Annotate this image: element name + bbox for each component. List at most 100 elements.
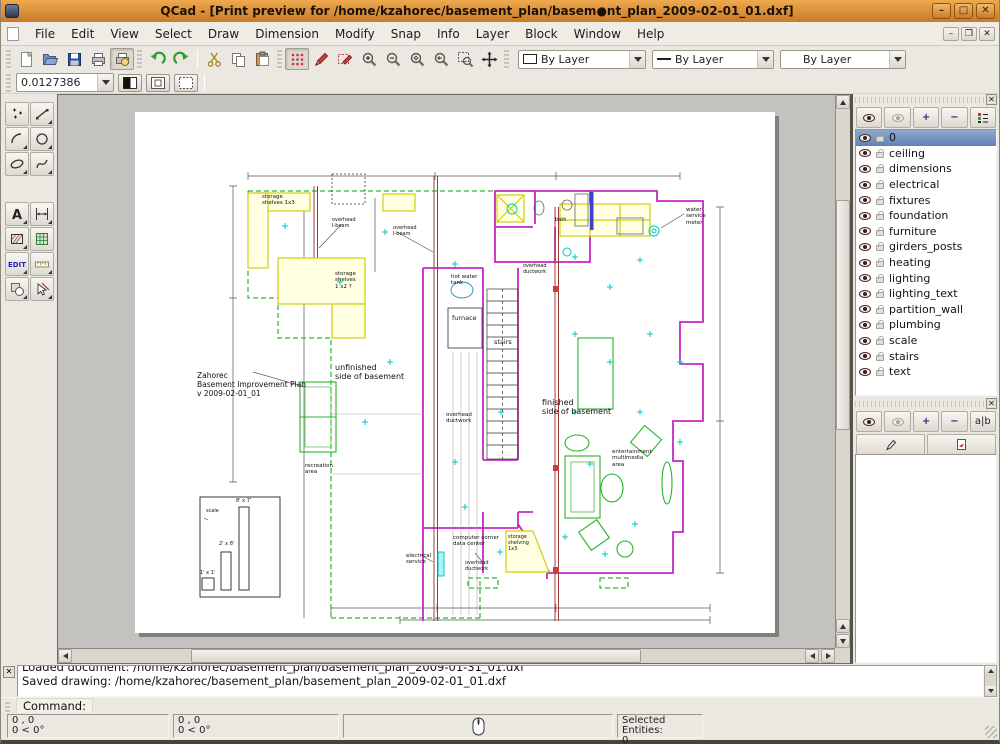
redo-button[interactable] — [169, 48, 193, 70]
layer-row[interactable]: fixtures — [856, 192, 996, 208]
maximize-button[interactable]: □ — [954, 3, 973, 19]
scroll-down-button[interactable] — [985, 686, 996, 696]
draw-lines-button[interactable] — [30, 102, 54, 126]
horizontal-scroll-thumb[interactable] — [191, 649, 641, 663]
mdi-minimize-button[interactable]: – — [943, 27, 959, 41]
layer-list[interactable]: 0 ceiling dimensions — [855, 129, 997, 396]
zoom-auto-button[interactable] — [405, 48, 429, 70]
zoom-previous-button[interactable] — [429, 48, 453, 70]
command-line[interactable]: Command: — [1, 697, 999, 713]
undo-button[interactable] — [145, 48, 169, 70]
edit-menu-button[interactable]: EDIT — [5, 252, 29, 276]
zoom-in-button[interactable] — [357, 48, 381, 70]
layer-lock-icon[interactable] — [876, 277, 884, 283]
history-scrollbar[interactable] — [984, 665, 997, 697]
fit-page-button[interactable] — [174, 74, 198, 92]
scale-combo[interactable]: 0.0127386 — [16, 73, 114, 92]
layer-row[interactable]: stairs — [856, 348, 996, 364]
layer-row[interactable]: heating — [856, 255, 996, 271]
layer-lock-icon[interactable] — [876, 214, 884, 220]
toolbar-handle[interactable] — [137, 50, 142, 68]
scroll-left-button[interactable] — [805, 649, 819, 663]
layer-row[interactable]: 0 — [856, 130, 996, 146]
menu-item[interactable]: Draw — [200, 25, 247, 43]
scroll-up-button[interactable] — [836, 95, 850, 109]
layer-lock-icon[interactable] — [876, 199, 884, 205]
close-button[interactable]: ✕ — [976, 3, 995, 19]
layer-lock-icon[interactable] — [876, 308, 884, 314]
drawing-viewport[interactable]: Zahorec Basement Improvement Plan v 2009… — [58, 95, 835, 648]
hide-all-blocks-button[interactable] — [884, 411, 910, 432]
layer-row[interactable]: scale — [856, 333, 996, 349]
layer-row[interactable]: plumbing — [856, 317, 996, 333]
chevron-down-icon[interactable] — [97, 74, 113, 91]
menu-item[interactable]: Window — [566, 25, 629, 43]
draw-dimension-button[interactable] — [30, 202, 54, 226]
block-panel-handle[interactable]: ✕ — [855, 399, 997, 410]
scroll-right-button[interactable] — [821, 649, 835, 663]
menu-item[interactable]: Select — [147, 25, 200, 43]
toolbar-handle[interactable] — [6, 50, 11, 68]
edit-block-button[interactable] — [856, 434, 925, 455]
layer-lock-icon[interactable] — [876, 339, 884, 345]
layer-lock-icon[interactable] — [876, 323, 884, 329]
mdi-close-button[interactable]: ✕ — [979, 27, 995, 41]
layer-lock-icon[interactable] — [876, 355, 884, 361]
menu-item[interactable]: Help — [629, 25, 672, 43]
layer-visibility-icon[interactable] — [859, 368, 871, 376]
hide-all-layers-button[interactable] — [884, 107, 910, 128]
menu-item[interactable]: Dimension — [247, 25, 327, 43]
layer-lock-icon[interactable] — [876, 370, 884, 376]
draw-arcs-button[interactable] — [5, 127, 29, 151]
select-button[interactable] — [30, 277, 54, 301]
close-icon[interactable]: ✕ — [986, 398, 997, 409]
menu-item[interactable]: View — [102, 25, 146, 43]
grid-toggle-button[interactable] — [285, 48, 309, 70]
draw-text-button[interactable]: A — [5, 202, 29, 226]
draw-pencil-button[interactable] — [309, 48, 333, 70]
scroll-up-button[interactable] — [836, 619, 850, 633]
layer-attributes-button[interactable] — [970, 107, 996, 128]
add-block-button[interactable]: + — [913, 411, 939, 432]
edit-selection-button[interactable] — [333, 48, 357, 70]
command-history[interactable]: Loaded document: /home/kzahorec/basement… — [17, 665, 984, 697]
chevron-down-icon[interactable] — [629, 51, 645, 68]
save-file-button[interactable] — [62, 48, 86, 70]
toolbar-handle[interactable] — [504, 50, 509, 68]
layer-visibility-icon[interactable] — [859, 274, 871, 282]
vertical-scrollbar[interactable] — [835, 95, 850, 648]
draw-hatch-button[interactable] — [5, 227, 29, 251]
layer-lock-icon[interactable] — [876, 245, 884, 251]
remove-layer-button[interactable]: − — [941, 107, 967, 128]
menu-item[interactable]: Edit — [63, 25, 102, 43]
scroll-down-button[interactable] — [836, 634, 850, 648]
block-list[interactable] — [855, 454, 997, 663]
cut-button[interactable] — [202, 48, 226, 70]
zoom-out-button[interactable] — [381, 48, 405, 70]
show-all-layers-button[interactable] — [856, 107, 882, 128]
rename-block-button[interactable]: a|b — [970, 411, 996, 432]
close-icon[interactable]: ✕ — [986, 94, 997, 105]
toolbar-handle[interactable] — [6, 74, 11, 92]
layer-visibility-icon[interactable] — [859, 352, 871, 360]
zoom-window-button[interactable] — [453, 48, 477, 70]
menu-item[interactable]: File — [27, 25, 63, 43]
layer-visibility-icon[interactable] — [859, 243, 871, 251]
layer-lock-icon[interactable] — [876, 230, 884, 236]
menu-item[interactable]: Info — [429, 25, 468, 43]
vertical-scroll-thumb[interactable] — [836, 200, 850, 430]
add-layer-button[interactable]: + — [913, 107, 939, 128]
layer-visibility-icon[interactable] — [859, 181, 871, 189]
blocks-button[interactable] — [5, 277, 29, 301]
layer-visibility-icon[interactable] — [859, 259, 871, 267]
layer-visibility-icon[interactable] — [859, 227, 871, 235]
chevron-down-icon[interactable] — [757, 51, 773, 68]
layer-lock-icon[interactable] — [876, 292, 884, 298]
insert-image-button[interactable] — [30, 227, 54, 251]
draw-splines-button[interactable] — [30, 152, 54, 176]
scroll-up-button[interactable] — [985, 666, 996, 676]
layer-lock-icon[interactable] — [876, 167, 884, 173]
minimize-button[interactable]: – — [932, 3, 951, 19]
layer-visibility-icon[interactable] — [859, 337, 871, 345]
center-page-button[interactable] — [146, 74, 170, 92]
